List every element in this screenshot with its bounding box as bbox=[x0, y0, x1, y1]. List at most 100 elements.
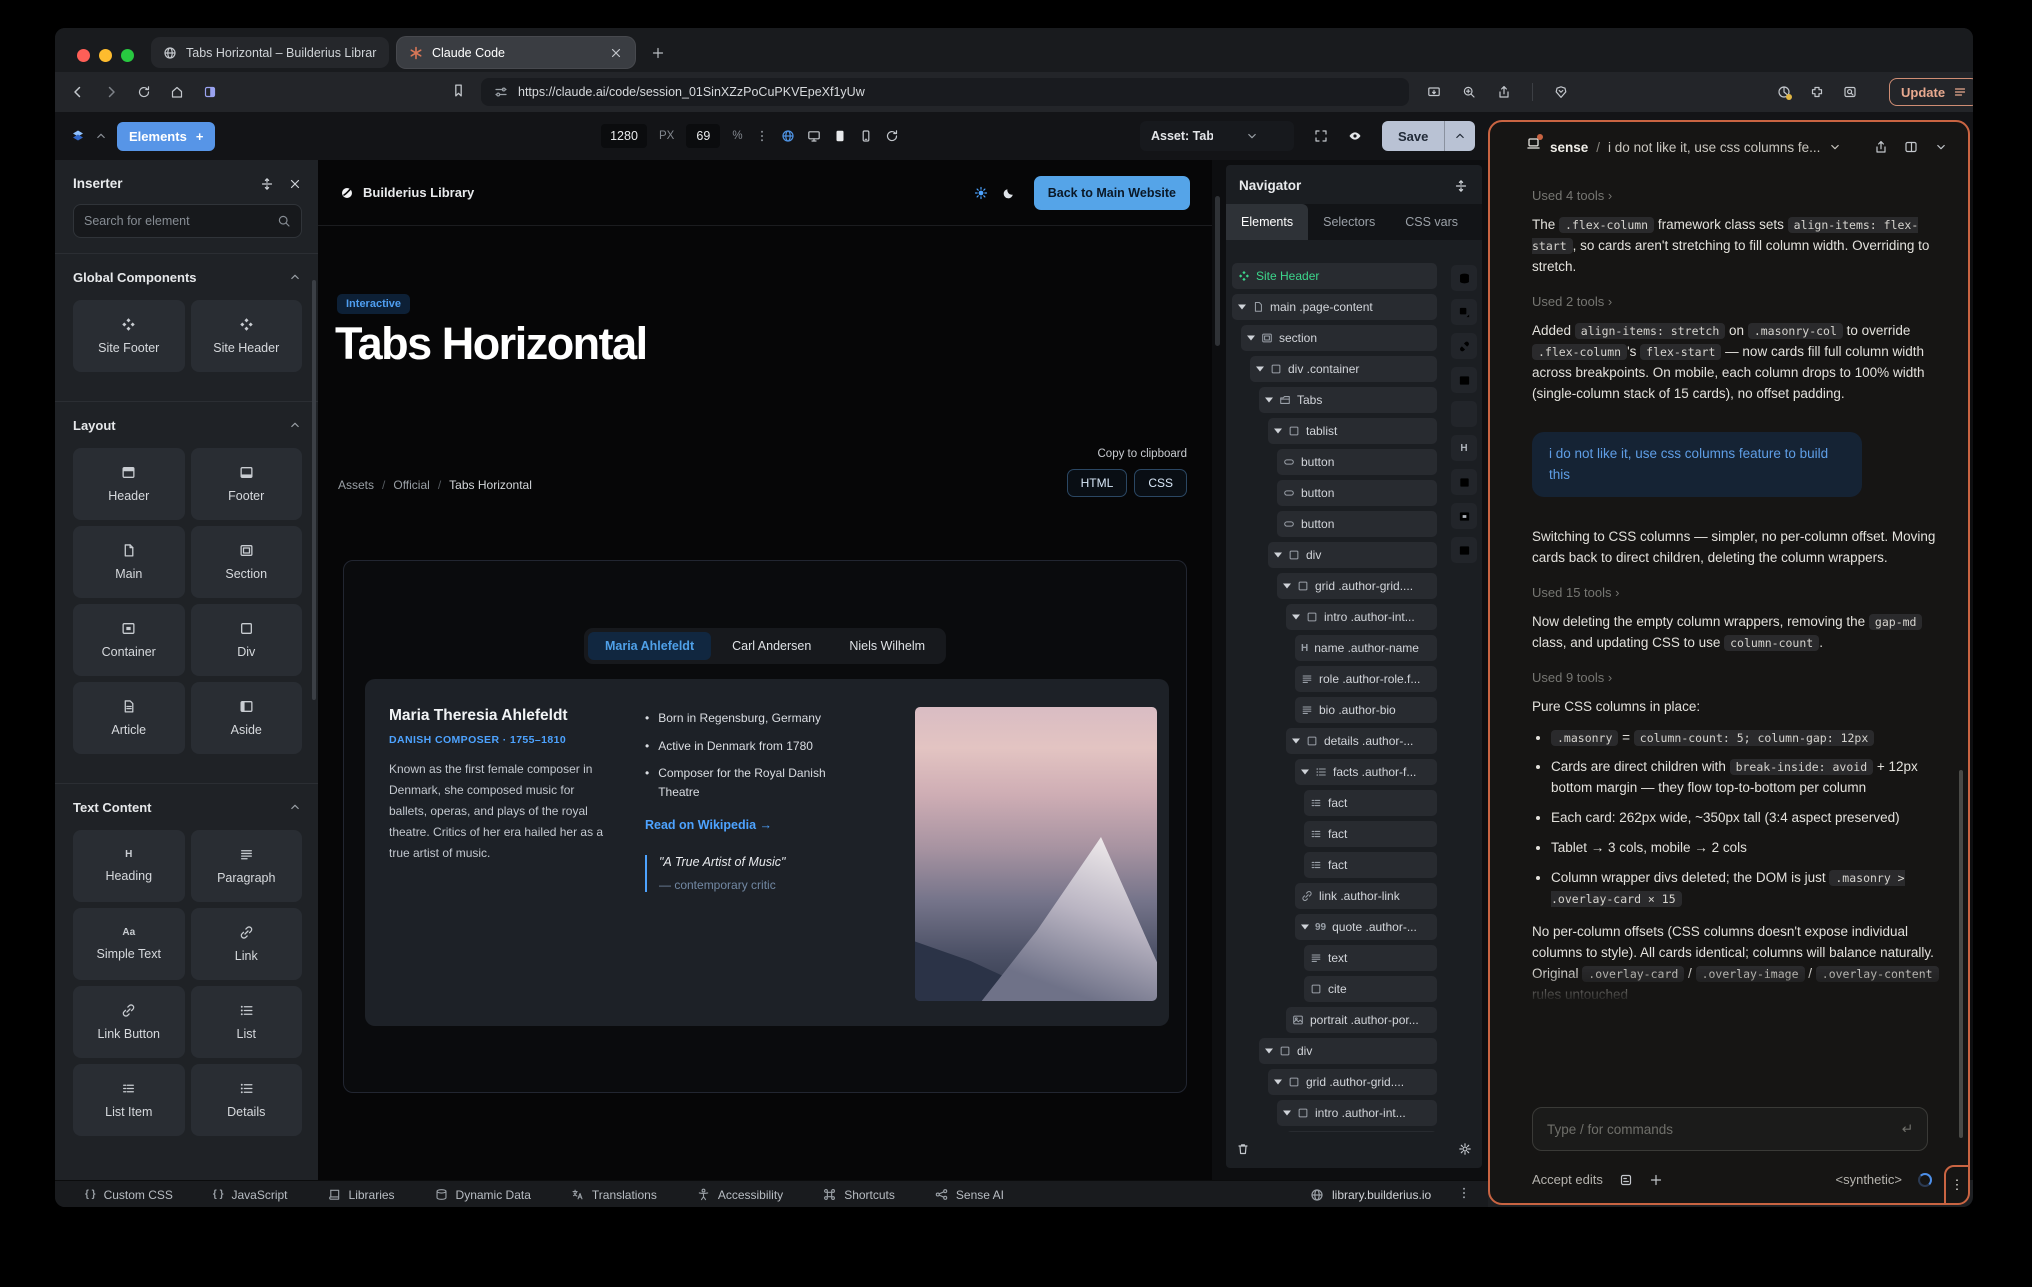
expand-caret-icon[interactable] bbox=[1274, 1078, 1282, 1086]
expand-caret-icon[interactable] bbox=[1274, 551, 1282, 559]
tree-node-button[interactable]: button bbox=[1277, 480, 1437, 506]
tree-node-portrait-author-por[interactable]: portrait .author-por... bbox=[1286, 1007, 1437, 1033]
insert-section-button[interactable] bbox=[1451, 537, 1477, 563]
trash-icon[interactable] bbox=[1236, 1142, 1250, 1156]
wikipedia-link[interactable]: Read on Wikipedia → bbox=[645, 818, 867, 832]
responsive-globe-icon[interactable] bbox=[781, 129, 795, 143]
insert-image-button[interactable] bbox=[1451, 367, 1477, 393]
gear-icon[interactable] bbox=[1458, 1142, 1472, 1156]
expand-caret-icon[interactable] bbox=[1292, 613, 1300, 621]
tree-node-div[interactable]: div bbox=[1268, 542, 1437, 568]
desktop-device-icon[interactable] bbox=[807, 129, 821, 143]
statusbar-dynamic-data[interactable]: Dynamic Data bbox=[435, 1188, 531, 1202]
statusbar-shortcuts[interactable]: Shortcuts bbox=[823, 1188, 895, 1202]
expand-caret-icon[interactable] bbox=[1265, 396, 1273, 404]
statusbar-more-icon[interactable] bbox=[1457, 1186, 1471, 1200]
expand-caret-icon[interactable] bbox=[1283, 1109, 1291, 1117]
expand-caret-icon[interactable] bbox=[1265, 1047, 1273, 1055]
panel-layout-icon[interactable] bbox=[1904, 140, 1918, 154]
expand-caret-icon[interactable] bbox=[1301, 923, 1309, 931]
site-url-indicator[interactable]: library.builderius.io bbox=[1310, 1181, 1431, 1207]
section-header[interactable]: Layout bbox=[73, 402, 302, 448]
statusbar-custom-css[interactable]: { }Custom CSS bbox=[85, 1188, 173, 1202]
command-input[interactable] bbox=[1547, 1122, 1889, 1137]
statusbar-javascript[interactable]: { }JavaScript bbox=[213, 1188, 288, 1202]
inserter-item-header[interactable]: Header bbox=[73, 448, 185, 520]
expand-caret-icon[interactable] bbox=[1301, 768, 1309, 776]
tree-node-fact[interactable]: fact bbox=[1304, 821, 1437, 847]
tree-node-intro-author-int[interactable]: intro .author-int... bbox=[1277, 1100, 1437, 1126]
home-icon[interactable] bbox=[170, 85, 184, 99]
section-header[interactable]: Text Content bbox=[73, 784, 302, 830]
sidebar-scrollbar[interactable] bbox=[312, 280, 316, 700]
browser-tab-builderius[interactable]: Tabs Horizontal – Builderius Librar bbox=[151, 37, 389, 68]
insert-div-button[interactable] bbox=[1451, 469, 1477, 495]
statusbar-accessibility[interactable]: Accessibility bbox=[697, 1188, 783, 1202]
tree-node-main-page-content[interactable]: main .page-content bbox=[1232, 294, 1437, 320]
expand-caret-icon[interactable] bbox=[1238, 303, 1246, 311]
statusbar-sense-ai[interactable]: Sense AI bbox=[935, 1188, 1004, 1202]
tree-node-tabs[interactable]: Tabs bbox=[1259, 387, 1437, 413]
tree-node-grid-author-grid[interactable]: grid .author-grid.... bbox=[1277, 573, 1437, 599]
phone-device-icon[interactable] bbox=[859, 129, 873, 143]
save-button[interactable]: Save bbox=[1382, 121, 1475, 151]
profile-icon[interactable] bbox=[1777, 85, 1791, 99]
fullscreen-icon[interactable] bbox=[1314, 129, 1328, 143]
reader-sidebar-icon[interactable] bbox=[203, 85, 217, 99]
zoom-window-button[interactable] bbox=[121, 49, 134, 62]
tree-node-facts-author-f[interactable]: facts .author-f... bbox=[1295, 759, 1437, 785]
expand-caret-icon[interactable] bbox=[1283, 582, 1291, 590]
inserter-item-list-item[interactable]: List Item bbox=[73, 1064, 185, 1136]
dock-panel-icon[interactable] bbox=[260, 177, 274, 191]
tree-node-bio-author-bio[interactable]: bio .author-bio bbox=[1295, 697, 1437, 723]
session-caret-icon[interactable] bbox=[1828, 140, 1842, 154]
pip-icon[interactable] bbox=[1427, 85, 1441, 99]
inserter-item-link-button[interactable]: Link Button bbox=[73, 986, 185, 1058]
inserter-item-main[interactable]: Main bbox=[73, 526, 185, 598]
layout-caret-icon[interactable] bbox=[1934, 140, 1948, 154]
expand-caret-icon[interactable] bbox=[1247, 334, 1255, 342]
tree-node-role-author-role-f[interactable]: role .author-role.f... bbox=[1295, 666, 1437, 692]
close-window-button[interactable] bbox=[77, 49, 90, 62]
inserter-item-container[interactable]: Container bbox=[73, 604, 185, 676]
inserter-item-simple-text[interactable]: AaSimple Text bbox=[73, 908, 185, 980]
tree-node-div-container[interactable]: div .container bbox=[1250, 356, 1437, 382]
tree-node-div[interactable]: div bbox=[1259, 1038, 1437, 1064]
search-input[interactable] bbox=[84, 214, 277, 228]
bookmark-icon[interactable] bbox=[451, 83, 466, 98]
demo-tab-maria-ahlefeldt[interactable]: Maria Ahlefeldt bbox=[588, 632, 711, 660]
back-to-main-website-button[interactable]: Back to Main Website bbox=[1034, 176, 1190, 210]
insert-text-button[interactable] bbox=[1451, 401, 1477, 427]
more-options-icon[interactable] bbox=[755, 129, 769, 143]
breadcrumb-official[interactable]: Official bbox=[393, 478, 429, 492]
save-options-caret-icon[interactable] bbox=[1444, 121, 1475, 151]
forward-icon[interactable] bbox=[104, 85, 118, 99]
panel-drag-handle[interactable]: ⋮ bbox=[1944, 1165, 1970, 1205]
export-share-icon[interactable] bbox=[1874, 140, 1888, 154]
expand-caret-icon[interactable] bbox=[1256, 365, 1264, 373]
claude-scrollbar[interactable] bbox=[1959, 770, 1963, 1138]
expand-caret-icon[interactable] bbox=[1292, 737, 1300, 745]
copy-css-button[interactable]: CSS bbox=[1134, 469, 1187, 497]
attach-plus-icon[interactable] bbox=[1649, 1173, 1663, 1187]
zoom-field[interactable]: 69 bbox=[686, 124, 720, 148]
browser-tab-claude-code[interactable]: Claude Code bbox=[397, 37, 635, 68]
minimize-window-button[interactable] bbox=[99, 49, 112, 62]
back-icon[interactable] bbox=[71, 85, 85, 99]
navigator-tab-css-vars[interactable]: CSS vars bbox=[1390, 204, 1473, 240]
inserter-item-site-header[interactable]: Site Header bbox=[191, 300, 303, 372]
expand-caret-icon[interactable] bbox=[1274, 427, 1282, 435]
inserter-item-article[interactable]: Article bbox=[73, 682, 185, 754]
tree-node-intro-author-int[interactable]: intro .author-int... bbox=[1286, 604, 1437, 630]
tree-node-grid-author-grid[interactable]: grid .author-grid.... bbox=[1268, 1069, 1437, 1095]
inserter-item-section[interactable]: Section bbox=[191, 526, 303, 598]
inserter-item-link[interactable]: Link bbox=[191, 908, 303, 980]
viewport-width-field[interactable]: 1280 bbox=[601, 124, 647, 148]
tools-used-toggle[interactable]: Used 4 tools › bbox=[1532, 188, 1942, 203]
tree-node-tablist[interactable]: tablist bbox=[1268, 418, 1437, 444]
demo-tab-carl-andersen[interactable]: Carl Andersen bbox=[715, 632, 828, 660]
navigator-tab-selectors[interactable]: Selectors bbox=[1308, 204, 1390, 240]
accept-edits-toggle[interactable]: Accept edits bbox=[1532, 1172, 1603, 1187]
inserter-item-list[interactable]: List bbox=[191, 986, 303, 1058]
insert-heading-button[interactable]: H bbox=[1451, 435, 1477, 461]
